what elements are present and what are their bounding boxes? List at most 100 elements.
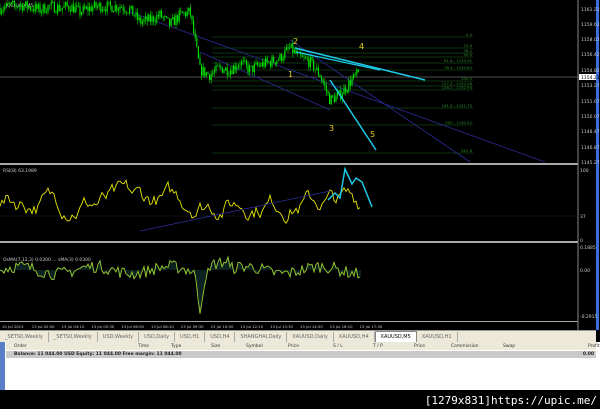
terminal-panel: Order Time Type Size Symbol Price S / L T / P Pr… bbox=[0, 342, 600, 390]
candle-body bbox=[183, 12, 185, 14]
time-tick: 10 Jul 2015 bbox=[2, 324, 24, 329]
time-tick: 13 Jul 10:50 bbox=[211, 324, 234, 329]
candle-body bbox=[74, 6, 76, 13]
time-tick: 13 Jul 04:10 bbox=[62, 324, 85, 329]
candle-body bbox=[209, 74, 211, 81]
candle-body bbox=[90, 6, 92, 12]
candle-body bbox=[140, 17, 142, 24]
candle-body bbox=[124, 10, 126, 12]
column-header[interactable]: Commission bbox=[451, 344, 478, 349]
chart-tab[interactable]: USD,H4 bbox=[205, 332, 236, 342]
candle-body bbox=[188, 7, 190, 12]
time-tick: 13 Jul 08:10 bbox=[151, 324, 174, 329]
candle-body bbox=[85, 6, 87, 9]
candle-body bbox=[236, 67, 238, 70]
candle-body bbox=[4, 6, 6, 10]
column-header[interactable]: Price bbox=[414, 344, 425, 349]
candle-body bbox=[189, 7, 191, 16]
candle-body bbox=[68, 5, 70, 10]
candle-body bbox=[308, 59, 310, 68]
candle-body bbox=[45, 12, 47, 13]
candle-body bbox=[177, 15, 179, 22]
candle-body bbox=[301, 55, 303, 57]
column-header[interactable]: Size bbox=[211, 344, 220, 349]
candle-body bbox=[116, 5, 118, 11]
candle-body bbox=[309, 57, 311, 68]
chart-tab[interactable]: _SETS0,Weekly bbox=[49, 332, 98, 342]
candle-body bbox=[132, 5, 134, 16]
candle-body bbox=[197, 46, 199, 59]
candle-body bbox=[29, 6, 31, 10]
profit-total: 0.00 bbox=[582, 352, 594, 357]
rsi-trend-line bbox=[139, 190, 331, 232]
chart-area[interactable]: 1161.22 1159.62 1158.02 1156.42 1154.82 1153.… bbox=[0, 0, 600, 330]
price-tick: 1146.87 bbox=[581, 145, 600, 151]
chart-tab[interactable]: USD,H1 bbox=[175, 332, 206, 342]
candle-body bbox=[129, 8, 131, 13]
candle-body bbox=[53, 1, 55, 13]
column-header[interactable]: S / L bbox=[333, 344, 343, 349]
column-header[interactable]: Profit bbox=[588, 344, 600, 349]
candle-body bbox=[210, 74, 212, 81]
candle-body bbox=[34, 4, 36, 12]
trend-line bbox=[129, 11, 546, 163]
candle-body bbox=[55, 12, 57, 14]
candle-body bbox=[25, 1, 27, 6]
time-tick: 13 Jul 13:30 bbox=[270, 324, 293, 329]
terminal-header: Order Time Type Size Symbol Price S / L T / P Pr… bbox=[6, 342, 600, 350]
column-header[interactable]: Swap bbox=[503, 344, 515, 349]
candle-body bbox=[65, 2, 67, 6]
terminal-side-strip bbox=[0, 342, 5, 390]
candle-body bbox=[47, 5, 49, 13]
candle-body bbox=[13, 0, 15, 5]
candle-body bbox=[36, 4, 38, 9]
candle-body bbox=[148, 14, 150, 22]
column-header[interactable]: Symbol bbox=[246, 344, 263, 349]
chart-tab[interactable]: XAUUSD,H4 bbox=[334, 332, 375, 342]
candle-body bbox=[105, 9, 107, 12]
price-tick: 1145.27 bbox=[581, 160, 600, 166]
candle-body bbox=[252, 65, 254, 73]
candle-body bbox=[173, 17, 175, 26]
wave-label: 5 bbox=[370, 130, 375, 139]
candle-body bbox=[255, 62, 257, 65]
chart-tab[interactable]: _SETS0,Weekly bbox=[0, 332, 49, 342]
candle-body bbox=[0, 8, 1, 14]
rsi-line bbox=[0, 179, 361, 224]
chart-tab[interactable]: XAUUSD,H1 bbox=[417, 332, 458, 342]
time-tick: 13 Jul 06:50 bbox=[121, 324, 144, 329]
column-header[interactable]: Order bbox=[14, 344, 27, 349]
candle-body bbox=[1, 11, 3, 14]
candle-body bbox=[178, 10, 180, 22]
chart-tab[interactable]: SHANGHAI,Daily bbox=[235, 332, 288, 342]
candle-body bbox=[249, 66, 251, 73]
column-header[interactable]: Time bbox=[138, 344, 149, 349]
column-header[interactable]: T / P bbox=[373, 344, 383, 349]
candle-body bbox=[71, 4, 73, 12]
candle-body bbox=[89, 6, 91, 11]
candle-body bbox=[26, 1, 28, 9]
candle-body bbox=[9, 3, 11, 5]
candle-body bbox=[317, 67, 319, 76]
candle-body bbox=[202, 67, 204, 76]
wave-label: 1 bbox=[288, 70, 293, 79]
candle-body bbox=[218, 65, 220, 67]
candle-body bbox=[114, 5, 116, 12]
candle-body bbox=[95, 2, 97, 8]
chart-tab[interactable]: XAUUSD,Daily bbox=[287, 332, 334, 342]
column-header[interactable]: Type bbox=[171, 344, 181, 349]
chart-tab[interactable]: USD,Daily bbox=[139, 332, 176, 342]
candle-body bbox=[159, 10, 161, 17]
fib-level-label: 76.4 - 1154.84 bbox=[444, 65, 473, 70]
column-header[interactable]: Price bbox=[288, 344, 299, 349]
candle-body bbox=[335, 95, 337, 102]
candle-body bbox=[257, 62, 259, 66]
candle-body bbox=[327, 91, 329, 94]
balance-row[interactable]: Balance: 11 044.00 USD Equity: 11 044.00… bbox=[6, 351, 596, 358]
candle-body bbox=[157, 15, 159, 17]
chart-tab[interactable]: USD,Weekly bbox=[98, 332, 140, 342]
candle-body bbox=[113, 11, 115, 13]
fib-level-label: 61.8 - 1155.31 bbox=[444, 58, 473, 63]
candle-body bbox=[316, 67, 318, 70]
candle-body bbox=[98, 3, 100, 7]
